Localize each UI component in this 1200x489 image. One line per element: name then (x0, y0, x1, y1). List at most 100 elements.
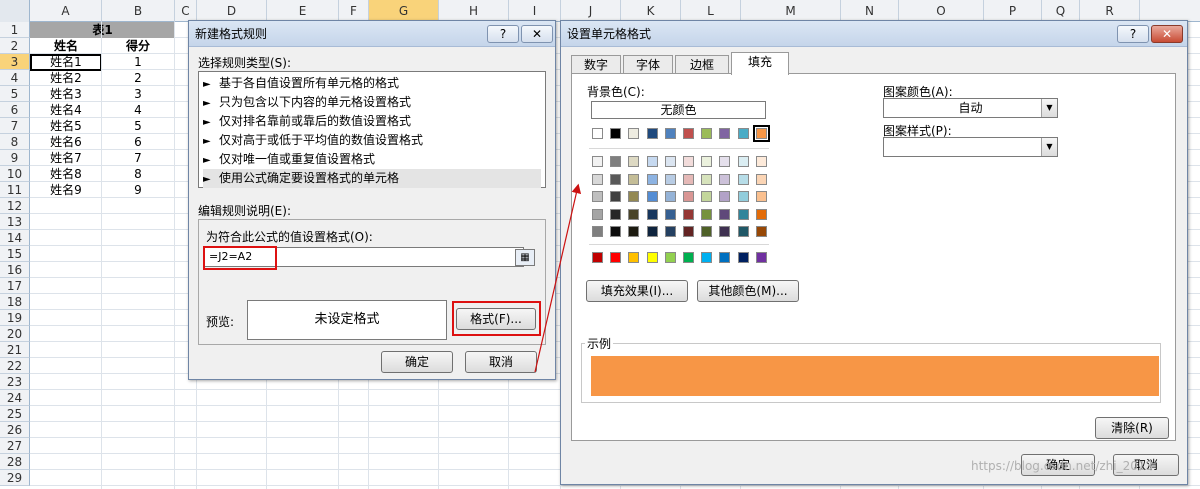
color-swatch[interactable] (701, 208, 713, 220)
column-header-r[interactable]: R (1080, 0, 1140, 22)
color-swatch[interactable] (737, 128, 749, 139)
color-swatch[interactable] (719, 208, 731, 220)
ok-button[interactable]: 确定 (381, 351, 453, 373)
color-swatch[interactable] (701, 156, 713, 167)
dialog-title-bar[interactable]: 设置单元格格式 ? ✕ (561, 21, 1187, 47)
color-swatch[interactable] (646, 191, 658, 202)
color-swatch[interactable] (664, 173, 676, 185)
cell-name[interactable]: 姓名8 (30, 166, 102, 182)
color-swatch[interactable] (628, 156, 640, 167)
column-header-i[interactable]: I (509, 0, 561, 22)
help-button[interactable]: ? (1117, 25, 1149, 43)
color-swatch[interactable] (610, 156, 622, 167)
color-swatch[interactable] (646, 252, 658, 263)
color-swatch[interactable] (610, 252, 622, 263)
cell-name[interactable]: 姓名3 (30, 86, 102, 102)
color-swatch[interactable] (719, 156, 731, 167)
row-header-18[interactable]: 18 (0, 294, 30, 310)
color-swatch[interactable] (592, 173, 603, 185)
color-swatch[interactable] (737, 226, 749, 237)
tab-font[interactable]: 字体 (623, 55, 673, 74)
color-swatch[interactable] (755, 226, 767, 237)
row-header-27[interactable]: 27 (0, 438, 30, 454)
color-swatch[interactable] (646, 173, 658, 185)
rule-type-item[interactable]: ► 只为包含以下内容的单元格设置格式 (203, 93, 541, 112)
color-swatch[interactable] (737, 252, 749, 263)
color-swatch[interactable] (646, 226, 658, 237)
tab-number[interactable]: 数字 (571, 55, 621, 74)
row-header-11[interactable]: 11 (0, 182, 30, 198)
rule-type-item[interactable]: ► 仅对唯一值或重复值设置格式 (203, 150, 541, 169)
close-button[interactable]: ✕ (1151, 25, 1183, 43)
color-swatch[interactable] (646, 128, 658, 139)
color-swatch[interactable] (610, 191, 622, 202)
rule-type-item[interactable]: ► 基于各自值设置所有单元格的格式 (203, 74, 541, 93)
color-swatch[interactable] (628, 128, 640, 139)
color-swatch[interactable] (737, 173, 749, 185)
color-swatch[interactable] (628, 208, 640, 220)
row-header-22[interactable]: 22 (0, 358, 30, 374)
color-swatch[interactable] (701, 226, 713, 237)
row-header-29[interactable]: 29 (0, 470, 30, 486)
cell-score[interactable]: 5 (102, 118, 174, 134)
rule-type-list[interactable]: ► 基于各自值设置所有单元格的格式 ► 只为包含以下内容的单元格设置格式 ► 仅对排名靠前… (198, 71, 546, 188)
row-header-25[interactable]: 25 (0, 406, 30, 422)
column-header-f[interactable]: F (339, 0, 369, 22)
row-header-15[interactable]: 15 (0, 246, 30, 262)
cell-name[interactable]: 姓名9 (30, 182, 102, 198)
color-swatch[interactable] (592, 252, 603, 263)
color-swatch[interactable] (628, 173, 640, 185)
format-cells-dialog[interactable]: 设置单元格格式 ? ✕ 数字 字体 边框 填充 背景色(C): 无颜色 填充效果… (560, 20, 1188, 485)
column-header-q[interactable]: Q (1042, 0, 1080, 22)
close-button[interactable]: ✕ (521, 25, 553, 43)
color-swatch[interactable] (752, 125, 770, 142)
color-swatch[interactable] (610, 173, 622, 185)
column-header-d[interactable]: D (197, 0, 267, 22)
color-swatch[interactable] (755, 208, 767, 220)
color-swatch[interactable] (664, 252, 676, 263)
column-header-p[interactable]: P (984, 0, 1042, 22)
color-swatch[interactable] (592, 128, 603, 139)
color-swatch[interactable] (628, 252, 640, 263)
color-swatch[interactable] (664, 208, 676, 220)
color-swatch[interactable] (701, 128, 713, 139)
color-swatch[interactable] (683, 226, 694, 237)
color-swatch[interactable] (646, 156, 658, 167)
color-swatch[interactable] (592, 226, 603, 237)
color-swatch[interactable] (592, 191, 603, 202)
cell-name[interactable]: 姓名7 (30, 150, 102, 166)
color-swatch[interactable] (683, 128, 694, 139)
color-swatch[interactable] (719, 191, 731, 202)
color-swatch[interactable] (737, 191, 749, 202)
color-swatch[interactable] (664, 128, 676, 139)
color-swatch[interactable] (683, 173, 694, 185)
table-title-cell[interactable]: 表1 (30, 22, 175, 38)
cell-name[interactable]: 姓名5 (30, 118, 102, 134)
column-header-n[interactable]: N (841, 0, 899, 22)
chevron-down-icon[interactable]: ▼ (1041, 138, 1057, 156)
pattern-color-select[interactable]: 自动 ▼ (883, 98, 1058, 118)
color-swatch[interactable] (737, 156, 749, 167)
color-swatch[interactable] (701, 191, 713, 202)
cell-name[interactable]: 姓名2 (30, 70, 102, 86)
color-swatch[interactable] (701, 252, 713, 263)
color-swatch[interactable] (646, 208, 658, 220)
tab-border[interactable]: 边框 (675, 55, 729, 74)
column-header-e[interactable]: E (267, 0, 339, 22)
rule-type-item[interactable]: ► 仅对高于或低于平均值的数值设置格式 (203, 131, 541, 150)
row-header-28[interactable]: 28 (0, 454, 30, 470)
color-swatch[interactable] (610, 208, 622, 220)
no-color-button[interactable]: 无颜色 (591, 101, 766, 119)
dialog-title-bar[interactable]: 新建格式规则 ? ✕ (189, 21, 555, 47)
cell-score[interactable]: 3 (102, 86, 174, 102)
row-header-10[interactable]: 10 (0, 166, 30, 182)
row-header-20[interactable]: 20 (0, 326, 30, 342)
column-header-k[interactable]: K (621, 0, 681, 22)
column-header-o[interactable]: O (899, 0, 984, 22)
row-header-5[interactable]: 5 (0, 86, 30, 102)
row-header-14[interactable]: 14 (0, 230, 30, 246)
chevron-down-icon[interactable]: ▼ (1041, 99, 1057, 117)
color-swatch[interactable] (683, 191, 694, 202)
color-swatch[interactable] (737, 208, 749, 220)
row-header-6[interactable]: 6 (0, 102, 30, 118)
